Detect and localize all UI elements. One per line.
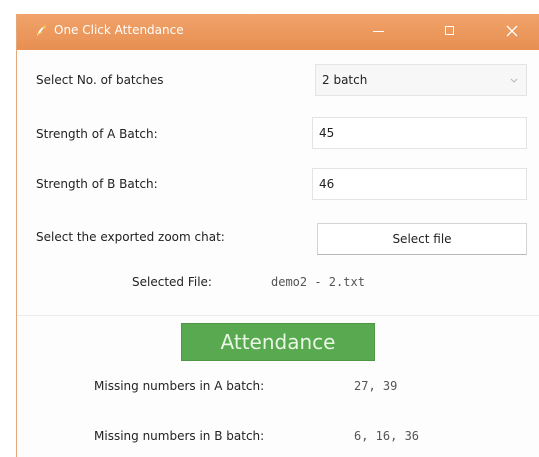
window-title: One Click Attendance (54, 23, 184, 37)
chevron-down-icon (510, 78, 518, 83)
title-bar[interactable]: One Click Attendance (17, 14, 539, 50)
select-file-button[interactable]: Select file (317, 223, 527, 255)
missing-a-label: Missing numbers in A batch: (94, 379, 265, 393)
batches-selected-value: 2 batch (322, 73, 368, 87)
close-icon (506, 25, 518, 37)
batches-label: Select No. of batches (36, 73, 164, 87)
maximize-icon (445, 26, 454, 35)
minimize-button[interactable] (366, 20, 390, 42)
maximize-button[interactable] (438, 20, 462, 42)
b-strength-input[interactable]: 46 (312, 168, 527, 200)
minimize-icon (373, 31, 384, 32)
app-window: One Click Attendance Select No. of batch… (16, 14, 539, 457)
a-strength-label: Strength of A Batch: (36, 127, 158, 141)
missing-a-value: 27, 39 (354, 379, 398, 393)
screenshot: One Click Attendance Select No. of batch… (0, 0, 539, 457)
a-strength-input[interactable]: 45 (312, 117, 527, 149)
selected-file-value: demo2 - 2.txt (271, 275, 365, 289)
b-strength-label: Strength of B Batch: (36, 177, 158, 191)
missing-b-value: 6, 16, 36 (354, 429, 420, 443)
selected-file-label: Selected File: (132, 275, 212, 289)
batches-select[interactable]: 2 batch (315, 64, 527, 96)
zoom-chat-label: Select the exported zoom chat: (36, 230, 225, 244)
close-button[interactable] (500, 20, 524, 42)
attendance-button[interactable]: Attendance (181, 323, 375, 361)
missing-b-label: Missing numbers in B batch: (94, 429, 265, 443)
divider (17, 315, 539, 316)
python-feather-icon (37, 25, 46, 36)
